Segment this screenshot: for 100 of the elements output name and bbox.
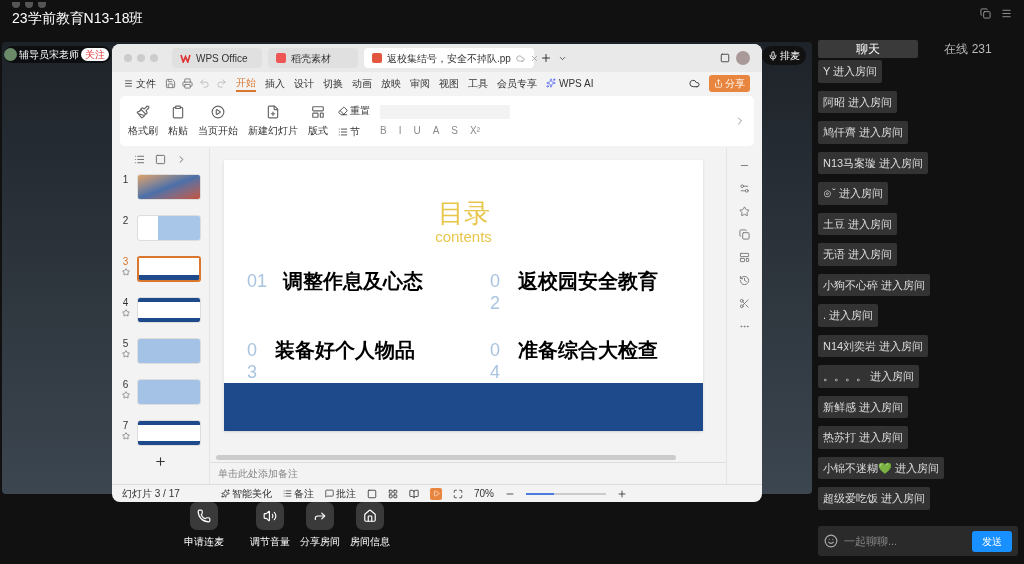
zoom-in-icon[interactable]	[617, 488, 627, 499]
copy-icon[interactable]	[739, 229, 750, 240]
sparkle-icon[interactable]	[221, 489, 230, 498]
ribbon-button[interactable]: 新建幻灯片	[248, 104, 298, 138]
ribbon-button[interactable]: 版式	[308, 104, 328, 138]
sliders-icon[interactable]	[739, 183, 750, 194]
comments-button[interactable]: 批注	[325, 486, 356, 501]
chat-message: 超级爱吃饭 进入房间	[818, 487, 931, 510]
slide-number: 5	[122, 338, 129, 350]
clipboard-icon[interactable]	[171, 104, 185, 119]
slides-icon[interactable]	[155, 154, 166, 165]
chat-tab[interactable]: 聊天	[818, 40, 918, 58]
ribbon-tab[interactable]: 设计	[294, 75, 314, 91]
layout-icon[interactable]	[311, 104, 325, 119]
print-icon[interactable]	[182, 77, 193, 89]
file-menu[interactable]: 文件	[124, 75, 156, 91]
star-icon[interactable]	[121, 391, 130, 399]
list-icon[interactable]	[283, 489, 292, 498]
emoji-icon[interactable]	[824, 534, 838, 548]
ribbon-tab[interactable]: 会员专享	[497, 75, 537, 91]
ribbon-button[interactable]: 粘贴	[168, 104, 188, 138]
beautify-button[interactable]: 智能美化	[221, 486, 272, 501]
ai-button[interactable]: WPS AI	[546, 75, 594, 91]
queue-button[interactable]: 排麦	[762, 46, 806, 65]
ribbon-tab[interactable]: 放映	[381, 75, 401, 91]
ribbon-tab[interactable]: 插入	[265, 75, 285, 91]
star-icon[interactable]	[121, 309, 130, 317]
history-icon[interactable]	[739, 275, 750, 286]
book-icon[interactable]	[409, 488, 419, 499]
notes-button[interactable]: 备注	[283, 486, 314, 501]
ribbon-button[interactable]: 格式刷	[128, 104, 158, 138]
control-button[interactable]: 调节音量	[250, 502, 290, 549]
chat-tab[interactable]: 在线 231	[918, 40, 1018, 58]
avatar[interactable]	[736, 51, 750, 65]
sparkle-icon[interactable]	[546, 78, 556, 88]
ribbon-tab[interactable]: 动画	[352, 75, 372, 91]
chat-message: 。。。。 进入房间	[818, 365, 920, 388]
document-tab[interactable]: 返校集结号，安全不掉队.pp	[364, 48, 534, 68]
ribbon-tab[interactable]: 视图	[439, 75, 459, 91]
zoom-slider[interactable]	[526, 492, 606, 495]
ribbon-tab[interactable]: 审阅	[410, 75, 430, 91]
presenter-name: 辅导员宋老师	[19, 48, 79, 62]
section-button[interactable]: 节	[338, 124, 370, 139]
list-icon[interactable]	[338, 126, 348, 137]
layout-icon[interactable]	[739, 252, 750, 263]
comment-icon[interactable]	[325, 489, 334, 498]
chat-message: Y 进入房间	[818, 60, 883, 83]
slide-number: 7	[122, 420, 129, 432]
window-title: 23学前教育N13-18班	[12, 9, 144, 28]
control-button[interactable]: 申请连麦	[184, 502, 224, 549]
add-slide-icon[interactable]	[154, 455, 167, 468]
slide-thumbnail[interactable]	[136, 256, 201, 282]
chat-message: 热苏打 进入房间	[818, 426, 909, 449]
chat-message: 无语 进入房间	[818, 243, 898, 266]
item-number: 03	[247, 338, 258, 383]
star-icon[interactable]	[121, 432, 130, 440]
document-tab[interactable]: 稻壳素材	[268, 48, 358, 68]
control-button[interactable]: 房间信息	[350, 502, 390, 549]
brush-icon[interactable]	[136, 104, 150, 119]
chat-message: 小狗不心碎 进入房间	[818, 273, 931, 296]
phone-icon[interactable]	[197, 509, 211, 523]
grid-view-icon[interactable]	[388, 488, 398, 499]
mic-icon[interactable]	[768, 50, 778, 61]
ribbon-tab[interactable]: 切换	[323, 75, 343, 91]
reset-button[interactable]: 重置	[338, 103, 370, 118]
fit-icon[interactable]	[453, 488, 463, 499]
menu-icon[interactable]	[124, 78, 133, 88]
cloud-icon[interactable]	[689, 77, 700, 89]
outline-icon[interactable]	[134, 154, 145, 165]
window-icon[interactable]	[720, 53, 730, 63]
chat-input[interactable]: 一起聊聊...	[844, 532, 966, 550]
star-icon[interactable]	[121, 268, 130, 276]
file-plus-icon[interactable]	[266, 104, 280, 119]
speaker-icon[interactable]	[263, 509, 277, 523]
new-tab-icon[interactable]	[540, 52, 552, 64]
menu-icon[interactable]	[1001, 8, 1012, 19]
star-icon[interactable]	[121, 350, 130, 358]
horizontal-scrollbar[interactable]	[216, 454, 676, 460]
star-icon[interactable]	[739, 206, 750, 217]
follow-button[interactable]: 关注	[81, 48, 109, 61]
play-circle-icon[interactable]	[211, 104, 225, 119]
control-button[interactable]: 分享房间	[300, 502, 340, 549]
ribbon-button[interactable]: 当页开始	[198, 104, 238, 138]
scissors-icon[interactable]	[739, 298, 750, 309]
agenda-item: 准备综合大检查	[518, 338, 658, 361]
share-arrow-icon[interactable]	[313, 509, 327, 523]
item-number: 02	[490, 270, 501, 314]
item-number: 04	[490, 338, 501, 383]
ribbon-tab[interactable]: 工具	[468, 75, 488, 91]
w-logo-icon	[180, 53, 191, 63]
document-tab[interactable]: WPS Office	[172, 48, 262, 68]
zoom-level[interactable]: 70%	[474, 486, 494, 501]
house-icon[interactable]	[363, 509, 377, 523]
chat-message: N14刘奕岩 进入房间	[818, 334, 929, 357]
close-icon[interactable]	[529, 53, 539, 63]
save-icon[interactable]	[165, 77, 176, 89]
share-icon[interactable]	[714, 78, 723, 88]
normal-view-icon[interactable]	[367, 488, 377, 499]
avatar	[4, 48, 17, 61]
pip-icon[interactable]	[980, 8, 991, 19]
